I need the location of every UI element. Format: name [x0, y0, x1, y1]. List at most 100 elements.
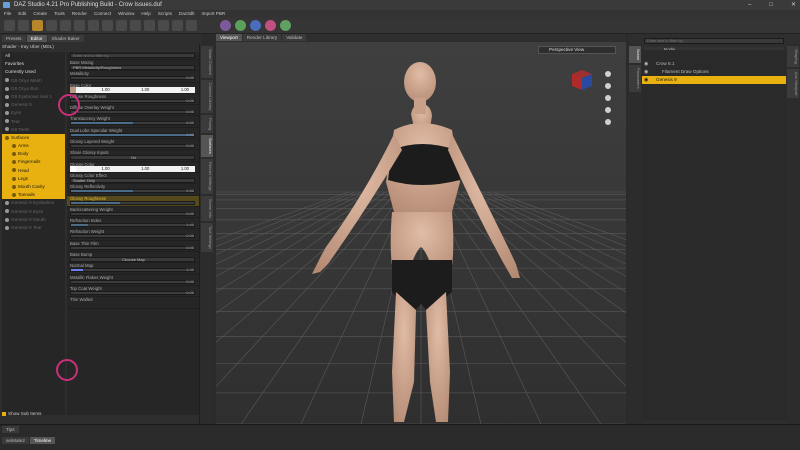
geometry-editor-icon[interactable]: [88, 20, 99, 31]
side-tab-scene-info[interactable]: Scene Info: [201, 195, 213, 221]
tree-item[interactable]: G8 Onyx Bun: [2, 85, 65, 93]
viewport[interactable]: Perspective View: [216, 42, 626, 424]
close-icon[interactable]: ✕: [791, 0, 796, 10]
tree-item[interactable]: Surfaces: [2, 133, 65, 143]
aux-icon[interactable]: [172, 20, 183, 31]
joint-editor-icon[interactable]: [102, 20, 113, 31]
node-select-icon[interactable]: [60, 20, 71, 31]
menu-window[interactable]: Window: [118, 10, 134, 18]
glossy-layered-slider[interactable]: [70, 144, 195, 149]
scene-node[interactable]: ◉ Crow 8.1: [642, 60, 798, 68]
rotate-tool-icon[interactable]: [18, 20, 29, 31]
tree-item[interactable]: Toenails: [2, 191, 65, 200]
glossy-reflectivity-slider[interactable]: [70, 189, 195, 194]
pan-icon[interactable]: [605, 83, 611, 89]
tab-shader-baker[interactable]: Shader Baker: [47, 35, 84, 42]
tree-item[interactable]: Genesis 9 Eyes: [2, 208, 65, 216]
tab-presets[interactable]: Presets: [2, 35, 26, 42]
tree-item[interactable]: Head: [2, 166, 65, 175]
spot-render-icon[interactable]: [116, 20, 127, 31]
dual-lobe-slider[interactable]: [70, 132, 195, 137]
share-glossy-toggle[interactable]: On: [70, 155, 195, 161]
side-tab-surfaces[interactable]: Surfaces: [201, 135, 213, 158]
tree-item[interactable]: Fingernails: [2, 158, 65, 167]
tab-viewport[interactable]: Viewport: [216, 34, 242, 41]
glossy-color-effect-dropdown[interactable]: Scatter Only: [70, 177, 195, 183]
tree-item[interactable]: Genesis 9: [2, 101, 65, 109]
diffuse-roughness-slider[interactable]: [70, 98, 195, 103]
metallicity-slider[interactable]: [70, 76, 195, 81]
tree-item[interactable]: Genesis 9 Eyelashes: [2, 199, 65, 207]
tree-item[interactable]: Tear: [2, 118, 65, 126]
tree-item[interactable]: G8 Onyx Mesh: [2, 77, 65, 85]
tree-favorites[interactable]: Favorites: [2, 60, 65, 68]
backscattering-slider[interactable]: [70, 211, 195, 216]
menu-file[interactable]: File: [4, 10, 11, 18]
refraction-weight-slider[interactable]: [70, 234, 195, 239]
view-cube[interactable]: [572, 70, 592, 90]
tab-validate[interactable]: Validate: [282, 34, 307, 41]
tab-animate2[interactable]: aniMate2: [2, 437, 29, 444]
menu-import-pbr[interactable]: Import PBR: [201, 10, 225, 18]
scene-node[interactable]: ◉ Filament Draw Options: [642, 68, 798, 76]
plugin-icon-5[interactable]: [280, 20, 291, 31]
base-mixing-dropdown[interactable]: PBR Metallicity/Roughness: [70, 65, 195, 70]
base-color-field[interactable]: 1.00 1.00 1.00: [70, 86, 195, 93]
tree-item[interactable]: Mouth Cavity: [2, 183, 65, 192]
menu-daz3dit[interactable]: Daz3dlt: [179, 10, 195, 18]
tree-item[interactable]: Legs: [2, 174, 65, 183]
menu-tools[interactable]: Tools: [54, 10, 65, 18]
maximize-icon[interactable]: □: [769, 0, 773, 10]
frame-icon[interactable]: [605, 107, 611, 113]
normal-map-slider[interactable]: [70, 268, 195, 273]
base-bump-choose-map[interactable]: Choose Map: [70, 257, 195, 263]
metallic-flakes-slider[interactable]: [70, 279, 195, 284]
reset-view-icon[interactable]: [605, 119, 611, 125]
tree-currently-used[interactable]: Currently Used: [2, 68, 65, 76]
side-tab-render-settings[interactable]: Render Settings: [201, 159, 213, 194]
menu-help[interactable]: Help: [141, 10, 150, 18]
tree-item[interactable]: G9 Teeth: [2, 126, 65, 134]
side-tab-posing[interactable]: Posing: [201, 115, 213, 134]
plugin-icon-3[interactable]: [250, 20, 261, 31]
zoom-icon[interactable]: [605, 71, 611, 77]
side-tab-parameters[interactable]: Parameters: [629, 65, 641, 93]
scale-tool-icon[interactable]: [46, 20, 57, 31]
glossy-roughness-slider[interactable]: [70, 200, 195, 205]
menu-render[interactable]: Render: [72, 10, 87, 18]
tree-item[interactable]: Body: [2, 150, 65, 159]
tree-item[interactable]: Genesis 9 Mouth: [2, 216, 65, 224]
eye-icon[interactable]: ◉: [644, 68, 648, 76]
scene-icon[interactable]: [186, 20, 197, 31]
base-thin-film-slider[interactable]: [70, 245, 195, 250]
render-settings-icon[interactable]: [144, 20, 155, 31]
translucency-slider[interactable]: [70, 121, 195, 126]
iray-icon[interactable]: [158, 20, 169, 31]
plugin-icon-1[interactable]: [220, 20, 231, 31]
orbit-icon[interactable]: [605, 95, 611, 101]
tab-editor[interactable]: Editor: [26, 35, 47, 42]
show-sub-items-checkbox[interactable]: Show Sub Items: [2, 411, 41, 416]
render-icon[interactable]: [130, 20, 141, 31]
universal-tool-icon[interactable]: [32, 20, 43, 31]
surface-select-icon[interactable]: [74, 20, 85, 31]
top-coat-slider[interactable]: [70, 290, 195, 295]
side-tab-smart-content[interactable]: Smart Content: [201, 46, 213, 78]
side-tab-content-library[interactable]: Content Library: [201, 79, 213, 114]
eye-icon[interactable]: ◉: [644, 76, 648, 84]
menu-create[interactable]: Create: [33, 10, 47, 18]
tree-item[interactable]: Eyes: [2, 109, 65, 117]
refraction-index-slider[interactable]: [70, 223, 195, 228]
tab-left-tips[interactable]: Tips: [2, 426, 19, 433]
property-search-input[interactable]: Enter text to filter by...: [70, 53, 195, 58]
side-tab-scene[interactable]: Scene: [629, 46, 641, 64]
menu-connect[interactable]: Connect: [94, 10, 111, 18]
tree-all[interactable]: All: [2, 52, 65, 60]
scene-node[interactable]: ◉ Genesis 9: [642, 76, 798, 84]
side-tab-aux-viewport[interactable]: Aux Viewport: [787, 68, 799, 99]
tab-timeline[interactable]: Timeline: [29, 437, 56, 444]
tree-item[interactable]: G8 Eyebrows Hair 1: [2, 93, 65, 101]
tab-render-library[interactable]: Render Library: [242, 34, 282, 41]
minimize-icon[interactable]: –: [748, 0, 751, 10]
tree-item[interactable]: Genesis 9 Tear: [2, 224, 65, 232]
